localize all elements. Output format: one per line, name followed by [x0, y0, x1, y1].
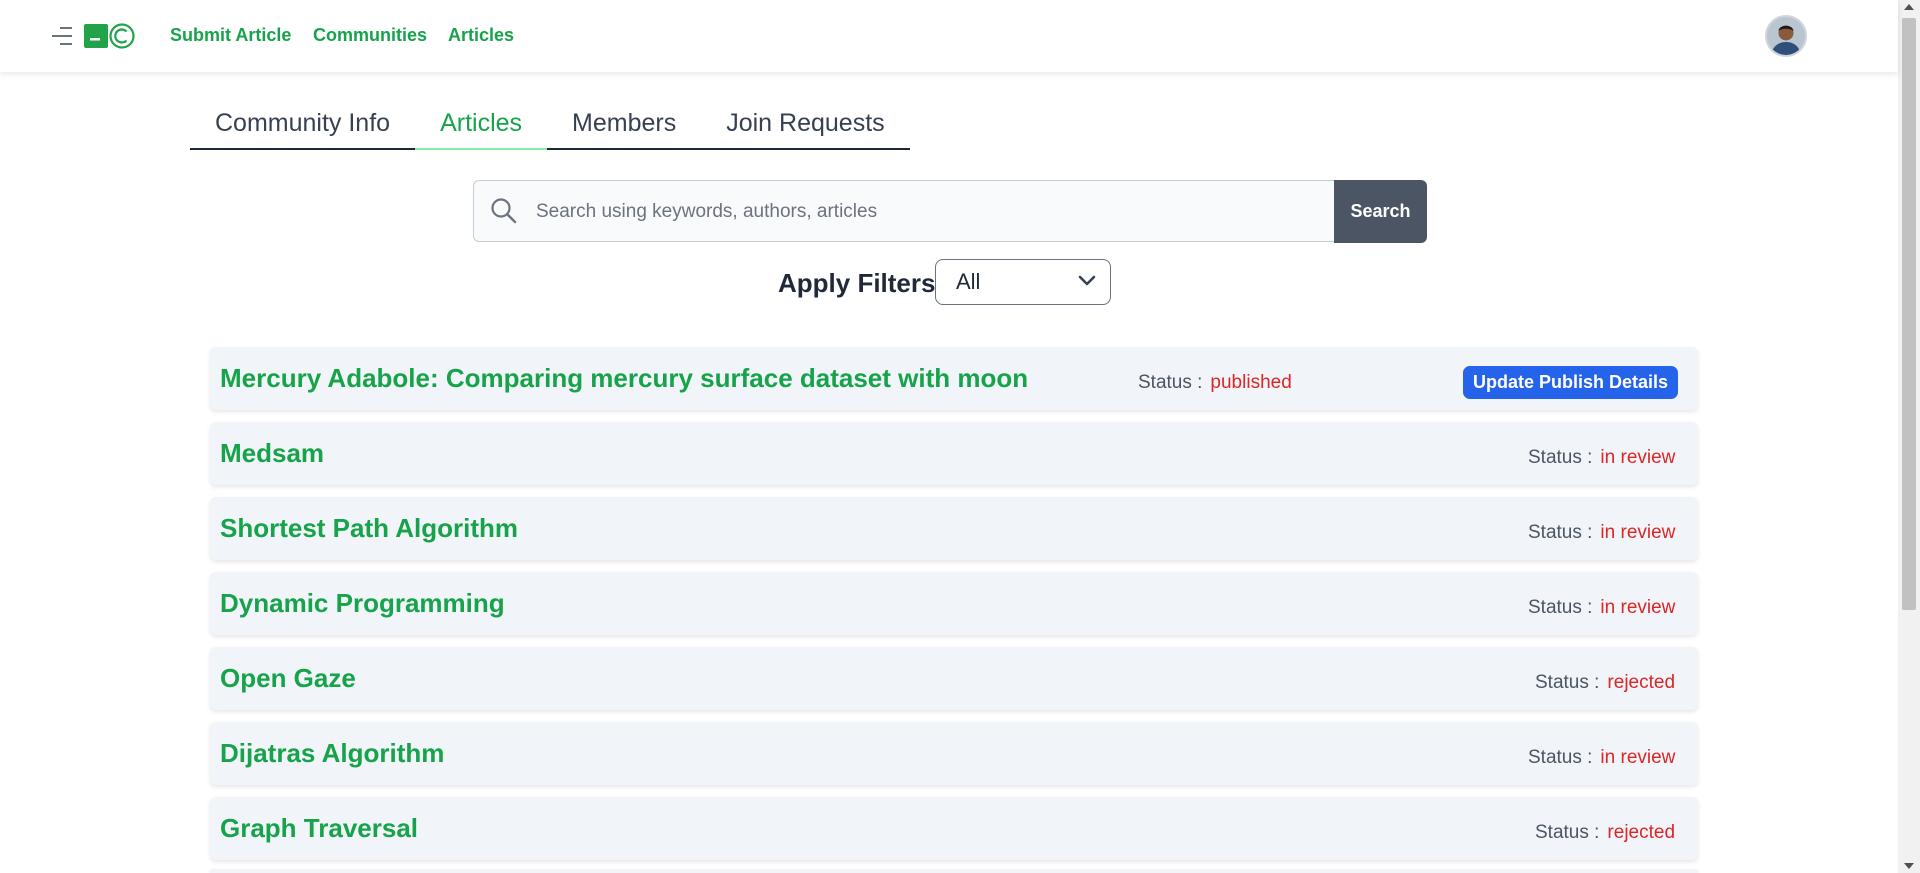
update-publish-details-button[interactable]: Update Publish Details: [1462, 366, 1678, 399]
filter-dropdown[interactable]: All: [935, 259, 1111, 305]
article-title[interactable]: Shortest Path Algorithm: [220, 513, 518, 544]
article-card: Dijatras Algorithm Status : in review: [210, 722, 1698, 785]
article-title[interactable]: Dijatras Algorithm: [220, 738, 444, 769]
article-card: Mercury Adabole: Comparing mercury surfa…: [210, 347, 1698, 410]
status-value: in review: [1600, 522, 1676, 543]
search-button[interactable]: Search: [1334, 180, 1427, 243]
article-card: Dynamic Programming Status : in review: [210, 572, 1698, 635]
top-navbar: Submit Article Communities Articles: [0, 0, 1898, 72]
article-card: Medsam Status : in review: [210, 422, 1698, 485]
article-status: Status : rejected: [1535, 822, 1675, 844]
status-label: Status :: [1528, 747, 1593, 768]
status-label: Status :: [1528, 597, 1593, 618]
search-bar: [473, 180, 1336, 242]
scrollbar-thumb[interactable]: [1902, 18, 1916, 610]
status-label: Status :: [1528, 522, 1593, 543]
article-title[interactable]: Dynamic Programming: [220, 588, 505, 619]
status-value: in review: [1600, 747, 1676, 768]
tab-join-requests[interactable]: Join Requests: [701, 98, 910, 150]
article-status: Status : rejected: [1535, 672, 1675, 694]
status-value: rejected: [1607, 672, 1676, 693]
article-card: Open Gaze Status : rejected: [210, 647, 1698, 710]
status-label: Status :: [1138, 372, 1203, 393]
article-card: Shortest Path Algorithm Status : in revie…: [210, 497, 1698, 560]
nav-submit-article[interactable]: Submit Article: [170, 25, 291, 46]
article-status: Status : in review: [1528, 447, 1675, 469]
article-status: Status : in review: [1528, 597, 1675, 619]
article-status: Status : in review: [1528, 522, 1675, 544]
status-value: published: [1210, 372, 1292, 393]
user-avatar[interactable]: [1765, 15, 1807, 57]
tab-articles[interactable]: Articles: [415, 98, 548, 150]
article-status: Status : published: [1138, 372, 1292, 394]
app-logo-icon[interactable]: [84, 22, 136, 50]
status-label: Status :: [1535, 822, 1600, 843]
filter-selected-value: All: [956, 269, 981, 294]
status-value: in review: [1600, 447, 1676, 468]
article-title[interactable]: Mercury Adabole: Comparing mercury surfa…: [220, 363, 1028, 394]
search-icon: [491, 198, 517, 224]
article-card-partial: [210, 869, 1698, 873]
nav-communities[interactable]: Communities: [313, 25, 427, 46]
article-card: Graph Traversal Status : rejected: [210, 797, 1698, 860]
article-status: Status : in review: [1528, 747, 1675, 769]
scroll-down-arrow-icon[interactable]: [1904, 863, 1914, 869]
community-tabs: Community Info Articles Members Join Req…: [190, 98, 910, 150]
avatar-image: [1767, 17, 1805, 55]
article-title[interactable]: Medsam: [220, 438, 324, 469]
status-label: Status :: [1535, 672, 1600, 693]
tab-members[interactable]: Members: [547, 98, 702, 150]
status-label: Status :: [1528, 447, 1593, 468]
scroll-up-arrow-icon[interactable]: [1904, 4, 1914, 10]
article-title[interactable]: Open Gaze: [220, 663, 356, 694]
hamburger-icon[interactable]: [52, 25, 72, 47]
search-input[interactable]: [534, 193, 1318, 231]
nav-articles[interactable]: Articles: [448, 25, 514, 46]
tab-community-info[interactable]: Community Info: [190, 98, 416, 150]
page-scrollbar[interactable]: [1898, 0, 1920, 873]
chevron-down-icon: [1078, 275, 1096, 286]
status-value: rejected: [1607, 822, 1676, 843]
filter-label: Apply Filters:: [778, 268, 945, 298]
article-title[interactable]: Graph Traversal: [220, 813, 418, 844]
status-value: in review: [1600, 597, 1676, 618]
